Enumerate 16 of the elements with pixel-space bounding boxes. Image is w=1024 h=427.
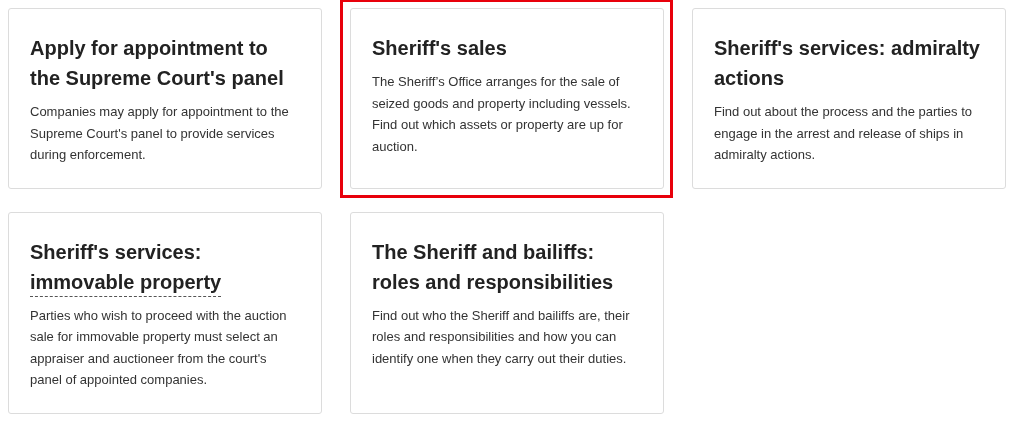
card-description: Find out about the process and the parties to engage in the arrest and release of ships in admiralty actions. — [714, 103, 973, 164]
topic-card[interactable]: Sheriff's sales The Sheriff’s Office arranges for the sale of seized goods and property including vessels. Find out which assets or property are up for auction. — [350, 8, 664, 189]
card-title: Sheriff's services: admiralty actions — [714, 37, 980, 89]
card-title: Apply for appointment to the Supreme Court's panel — [30, 37, 284, 89]
topic-card[interactable]: Sheriff's services: immovable property Parties who wish to proceed with the auction sale for immovable property must select an appraiser and auctioneer from the court's panel of appointed companies. — [8, 211, 322, 414]
topic-card[interactable]: The Sheriff and bailiffs: roles and responsibilities Find out who the Sheriff and bailiffs are, their roles and responsibilities and how you can identify one when they carry out their duties. — [350, 211, 664, 414]
card-title: Sheriff's sales — [372, 37, 507, 59]
topic-card[interactable]: Sheriff's services: admiralty actions Find out about the process and the parties to engage in the arrest and release of ships in admiralty actions. — [692, 8, 1006, 189]
topic-card[interactable]: Apply for appointment to the Supreme Court's panel Companies may apply for appointment to the Supreme Court's panel to provide services during enforcement. — [8, 8, 322, 189]
card-description: Find out who the Sheriff and bailiffs are, their roles and responsibilities and how you can identify one when they carry out their duties. — [372, 306, 631, 368]
card-title: The Sheriff and bailiffs: roles and responsibilities — [372, 240, 614, 293]
card-title: Sheriff's services: — [30, 240, 202, 263]
card-description: Companies may apply for appointment to the Supreme Court's panel to provide services during enforcement. — [30, 103, 290, 164]
card-description: The Sheriff’s Office arranges for the sale of seized goods and property including vessels. Find out which assets or property are up for auction. — [372, 73, 632, 156]
title-link[interactable]: immovable property — [30, 268, 222, 297]
card-description: Parties who wish to proceed with the auction sale for immovable property must select an appraiser and auctioneer from the court's panel of appointed companies. — [30, 306, 288, 389]
